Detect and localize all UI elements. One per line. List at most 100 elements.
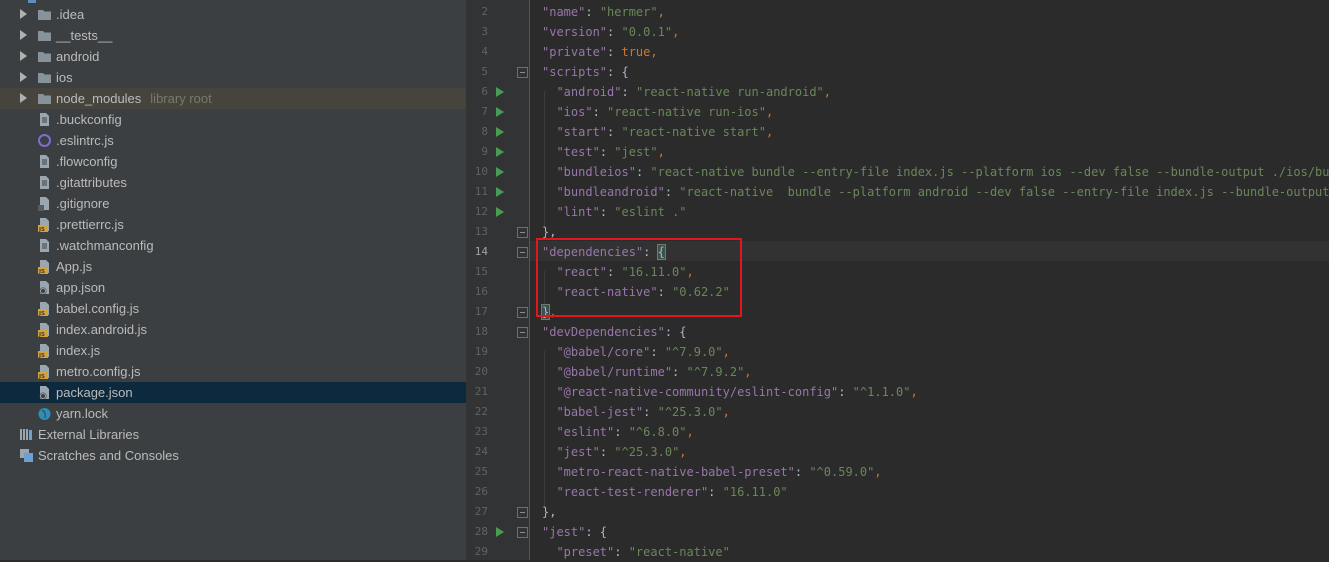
code-line[interactable]: "preset": "react-native"	[542, 542, 729, 560]
run-script-icon[interactable]	[496, 187, 504, 197]
text-file-icon	[37, 175, 52, 190]
line-number: 25	[474, 465, 488, 478]
library-root-hint: library root	[150, 91, 212, 106]
code-line[interactable]: "bundleandroid": "react-native bundle --…	[542, 182, 1329, 202]
code-line[interactable]: "devDependencies": {	[542, 322, 687, 342]
tree-item-metro-config-js[interactable]: JS metro.config.js	[0, 361, 466, 382]
svg-text:JS: JS	[38, 227, 45, 232]
js-file-icon: JS	[37, 364, 52, 380]
code-line[interactable]: },	[542, 502, 556, 522]
tree-item-index-js[interactable]: JS index.js	[0, 340, 466, 361]
run-script-icon[interactable]	[496, 527, 504, 537]
project-tree[interactable]: .idea __tests__ android ios node_modules libr…	[0, 0, 466, 560]
json-file-icon	[37, 385, 52, 400]
run-script-icon[interactable]	[496, 107, 504, 117]
line-number: 21	[474, 385, 488, 398]
code-line[interactable]: "eslint": "^6.8.0",	[542, 422, 693, 442]
fold-toggle-icon[interactable]	[517, 327, 528, 338]
run-script-icon[interactable]	[496, 127, 504, 137]
tree-item-node-modules[interactable]: node_modules library root	[0, 88, 466, 109]
tree-item-tests[interactable]: __tests__	[0, 25, 466, 46]
run-script-icon[interactable]	[496, 207, 504, 217]
code-line[interactable]: "@babel/runtime": "^7.9.2",	[542, 362, 751, 382]
js-file-icon: JS	[37, 259, 52, 275]
code-line[interactable]: "jest": "^25.3.0",	[542, 442, 686, 462]
line-number: 24	[474, 445, 488, 458]
tree-item-app-js[interactable]: JS App.js	[0, 256, 466, 277]
tree-item-app-json[interactable]: app.json	[0, 277, 466, 298]
tree-item-gitattributes[interactable]: .gitattributes	[0, 172, 466, 193]
expand-arrow-icon[interactable]	[20, 30, 27, 40]
js-file-icon: JS	[37, 322, 52, 338]
tree-item-scratches-and-consoles[interactable]: Scratches and Consoles	[0, 445, 466, 466]
yarn-file-icon	[37, 406, 52, 421]
fold-toggle-icon[interactable]	[517, 507, 528, 518]
run-script-icon[interactable]	[496, 147, 504, 157]
tree-item-eslintrc-js[interactable]: .eslintrc.js	[0, 130, 466, 151]
code-line[interactable]: "test": "jest",	[542, 142, 664, 162]
code-line[interactable]: "@babel/core": "^7.9.0",	[542, 342, 729, 362]
line-number: 28	[474, 525, 488, 538]
tree-item-label: yarn.lock	[56, 406, 109, 421]
code-line[interactable]: "jest": {	[542, 522, 607, 542]
code-line[interactable]: "react-test-renderer": "16.11.0"	[542, 482, 787, 502]
svg-text:JS: JS	[38, 332, 45, 337]
tree-item-idea[interactable]: .idea	[0, 4, 466, 25]
folder-icon	[37, 28, 52, 43]
scratch-icon	[19, 448, 34, 463]
tree-item-index-android-js[interactable]: JS index.android.js	[0, 319, 466, 340]
git-file-icon	[37, 196, 52, 211]
code-line[interactable]: "babel-jest": "^25.3.0",	[542, 402, 729, 422]
tree-item-gitignore[interactable]: .gitignore	[0, 193, 466, 214]
expand-arrow-icon[interactable]	[20, 72, 27, 82]
code-line[interactable]: "start": "react-native start",	[542, 122, 773, 142]
line-number: 3	[481, 25, 488, 38]
tree-item-yarn-lock[interactable]: yarn.lock	[0, 403, 466, 424]
fold-toggle-icon[interactable]	[517, 247, 528, 258]
tree-item-package-json[interactable]: package.json	[0, 382, 466, 403]
tree-item-babel-config-js[interactable]: JS babel.config.js	[0, 298, 466, 319]
tree-item-label: .buckconfig	[56, 112, 122, 127]
code-line[interactable]: "scripts": {	[542, 62, 629, 82]
code-line[interactable]: "bundleios": "react-native bundle --entr…	[542, 162, 1329, 182]
folder-icon	[37, 7, 52, 22]
run-script-icon[interactable]	[496, 167, 504, 177]
code-line[interactable]: "version": "0.0.1",	[542, 22, 679, 42]
code-line[interactable]: "name": "hermer",	[542, 2, 665, 22]
fold-toggle-icon[interactable]	[517, 227, 528, 238]
expand-arrow-icon[interactable]	[20, 51, 27, 61]
tree-item-label: Scratches and Consoles	[38, 448, 179, 463]
expand-arrow-icon[interactable]	[20, 93, 27, 103]
line-number: 26	[474, 485, 488, 498]
line-number: 13	[474, 225, 488, 238]
js-file-icon: JS	[37, 217, 52, 233]
code-line[interactable]: "@react-native-community/eslint-config":…	[542, 382, 917, 402]
tree-item-flowconfig[interactable]: .flowconfig	[0, 151, 466, 172]
tree-item-watchmanconfig[interactable]: .watchmanconfig	[0, 235, 466, 256]
text-file-icon	[37, 112, 52, 127]
line-number: 14	[474, 245, 488, 258]
line-number: 7	[481, 105, 488, 118]
fold-toggle-icon[interactable]	[517, 67, 528, 78]
svg-text:JS: JS	[38, 353, 45, 358]
fold-toggle-icon[interactable]	[517, 527, 528, 538]
tree-item-label: App.js	[56, 259, 93, 274]
tree-item-label: External Libraries	[38, 427, 140, 442]
tree-item-prettierrc-js[interactable]: JS .prettierrc.js	[0, 214, 466, 235]
expand-arrow-icon[interactable]	[20, 9, 27, 19]
code-line[interactable]: "metro-react-native-babel-preset": "^0.5…	[542, 462, 881, 482]
tree-item-android[interactable]: android	[0, 46, 466, 67]
fold-toggle-icon[interactable]	[517, 307, 528, 318]
folder-icon	[37, 49, 52, 64]
tree-item-label: ios	[56, 70, 73, 85]
code-line[interactable]: "private": true,	[542, 42, 658, 62]
dependencies-highlight-box	[536, 238, 742, 317]
code-line[interactable]: "android": "react-native run-android",	[542, 82, 831, 102]
tree-item-label: .idea	[56, 7, 85, 22]
tree-item-buckconfig[interactable]: .buckconfig	[0, 109, 466, 130]
run-script-icon[interactable]	[496, 87, 504, 97]
code-line[interactable]: "lint": "eslint ."	[542, 202, 686, 222]
tree-item-ios[interactable]: ios	[0, 67, 466, 88]
code-line[interactable]: "ios": "react-native run-ios",	[542, 102, 773, 122]
tree-item-external-libraries[interactable]: External Libraries	[0, 424, 466, 445]
